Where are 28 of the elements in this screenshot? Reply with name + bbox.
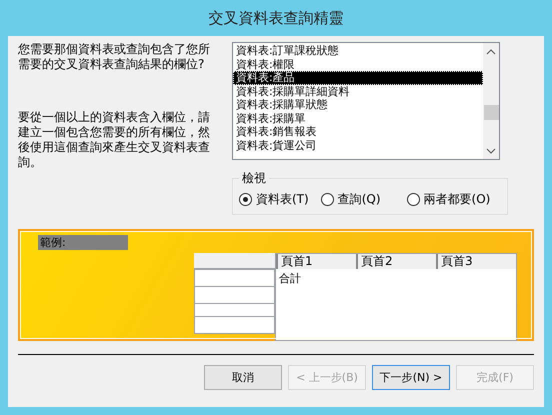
hint-text: 要從一個以上的資料表含入欄位，請建立一個包含您需要的所有欄位，然後使用這個查詢來產生交叉資料表查詢。 xyxy=(18,110,211,170)
radio-option[interactable]: 查詢(Q) xyxy=(320,191,381,208)
list-item[interactable]: 資料表:銷售報表 xyxy=(233,125,483,138)
list-item[interactable]: 資料表:權限 xyxy=(233,58,483,71)
radio-icon[interactable] xyxy=(320,193,334,206)
list-item[interactable]: 資料表:採購單狀態 xyxy=(233,98,483,112)
radio-icon[interactable] xyxy=(239,193,252,206)
list-item[interactable]: 資料表:貨運公司 xyxy=(233,138,483,152)
column-header: 頁首1 xyxy=(276,254,356,269)
column-header: 頁首2 xyxy=(356,254,436,269)
list-item[interactable]: 資料表:採購單 xyxy=(233,112,483,125)
prompt-text: 您需要那個資料表或查詢包含了您所需要的交叉資料表查詢結果的欄位? xyxy=(18,42,211,72)
scroll-thumb[interactable] xyxy=(484,105,498,120)
list-item[interactable]: 資料表:訂單課稅狀態 xyxy=(233,44,483,58)
table-list[interactable]: 資料表:訂單課稅狀態 資料表:權限 資料表:產品 資料表:採購單詳細資料 資料表:採購單狀態 資料表:採購單 資料表:銷售報表 資料表:貨運公司 xyxy=(232,42,500,160)
list-item[interactable]: 資料表:產品 xyxy=(233,71,483,84)
radio-option[interactable]: 資料表(T) xyxy=(239,191,309,208)
scrollbar[interactable] xyxy=(483,43,499,159)
window-title: 交叉資料表查詢精靈 xyxy=(208,8,344,28)
wizard-button[interactable]: 下一步(N) > xyxy=(372,365,450,390)
column-header: 頁首3 xyxy=(436,254,516,269)
group-title: 檢視 xyxy=(241,170,267,187)
wizard-button[interactable]: 取消 xyxy=(204,365,282,390)
table-cell-text: 合計 xyxy=(278,271,302,287)
list-item[interactable]: 資料表:採購單詳細資料 xyxy=(233,84,483,98)
sample-label: 範例: xyxy=(38,235,128,250)
radio-icon[interactable] xyxy=(406,193,420,206)
radio-option[interactable]: 兩者都要(O) xyxy=(406,191,490,208)
